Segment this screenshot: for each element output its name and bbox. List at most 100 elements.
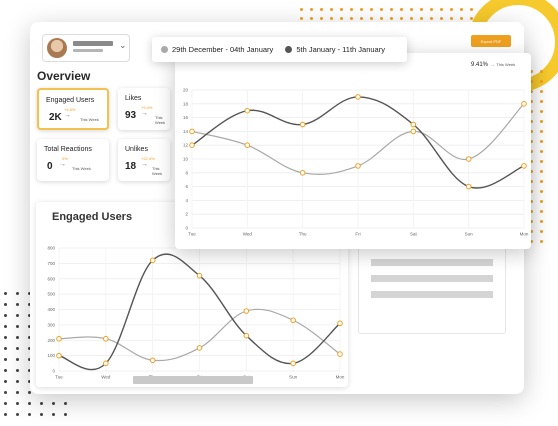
data-point	[290, 317, 296, 324]
decorative-dot	[540, 220, 543, 223]
decorative-dot	[16, 380, 19, 383]
decorative-dot	[540, 130, 543, 133]
user-name-placeholder	[73, 41, 113, 46]
stat-label: Engaged Users	[46, 97, 95, 104]
y-tick-label: 400	[47, 307, 55, 312]
data-point	[243, 308, 250, 314]
y-tick-label: 600	[47, 276, 55, 281]
avatar	[47, 38, 67, 58]
arrow-right-icon: →	[141, 161, 148, 168]
legend-label: 29th December - 04th January	[172, 45, 274, 54]
legend-marker-icon	[285, 46, 293, 53]
decorative-dot	[370, 8, 373, 11]
data-point	[465, 183, 472, 190]
stat-change: 0%	[62, 156, 68, 161]
decorative-dot	[460, 8, 463, 11]
decorative-dot	[320, 17, 323, 20]
user-select[interactable]: ⌄	[42, 34, 130, 62]
data-point	[299, 121, 306, 128]
decorative-dot	[540, 180, 543, 183]
decorative-dot	[64, 413, 67, 416]
decorative-dot	[470, 8, 473, 11]
decorative-dot	[360, 8, 363, 11]
decorative-dot	[4, 336, 7, 339]
arrow-right-icon: →	[141, 110, 148, 117]
decorative-dot	[380, 8, 383, 11]
decorative-dot	[4, 292, 7, 295]
y-tick-label: 8	[185, 170, 188, 175]
overlay-stat-value: 9.41%	[471, 62, 489, 68]
data-point	[56, 335, 62, 342]
side-panel	[358, 246, 506, 334]
stat-card-unlikes[interactable]: Unlikes 18 → +22,4% This Week	[118, 139, 170, 181]
decorative-dot	[540, 190, 543, 193]
x-tick-label: Wed	[101, 375, 111, 380]
y-tick-label: 10	[183, 157, 189, 162]
decorative-dot	[390, 8, 393, 11]
decorative-dot	[16, 303, 19, 306]
decorative-dot	[4, 413, 7, 416]
stat-period: This Week	[72, 166, 91, 171]
arrow-right-icon: →	[59, 161, 66, 168]
stat-change: +22,4%	[141, 156, 155, 161]
decorative-dot	[16, 336, 19, 339]
decorative-dot	[4, 391, 7, 394]
decorative-dot	[540, 100, 543, 103]
x-tick-label: Mon	[520, 232, 529, 237]
decorative-dot	[540, 200, 543, 203]
decorative-dot	[390, 17, 393, 20]
decorative-dot	[540, 160, 543, 163]
decorative-dot	[4, 380, 7, 383]
decorative-dot	[40, 413, 43, 416]
decorative-dot	[410, 17, 413, 20]
data-point	[196, 272, 203, 279]
y-tick-label: 12	[183, 143, 189, 148]
stat-card-total-reactions[interactable]: Total Reactions 0 → 0% This Week	[37, 139, 109, 181]
decorative-dot	[340, 17, 343, 20]
decorative-dot	[4, 369, 7, 372]
decorative-dot	[540, 240, 543, 243]
y-tick-label: 200	[47, 338, 55, 343]
data-point	[149, 357, 156, 364]
decorative-dot	[310, 17, 313, 20]
overlay-stat: 9.41% → This Week	[471, 62, 515, 68]
decorative-dot	[370, 17, 373, 20]
y-tick-label: 14	[183, 129, 189, 134]
decorative-dot	[310, 8, 313, 11]
data-point	[337, 320, 343, 327]
legend-item-previous-week[interactable]: 29th December - 04th January	[161, 45, 273, 54]
decorative-dot	[52, 402, 55, 405]
data-point	[196, 345, 203, 351]
decorative-dot	[4, 347, 7, 350]
horizontal-scrollbar[interactable]	[133, 376, 253, 384]
stat-card-likes[interactable]: Likes 93 → +9,4% This Week	[118, 88, 170, 130]
decorative-dot	[410, 8, 413, 11]
decorative-dot	[540, 210, 543, 213]
chevron-down-icon[interactable]: ⌄	[119, 40, 127, 51]
decorative-dot	[28, 402, 31, 405]
decorative-dot	[450, 8, 453, 11]
decorative-dot	[540, 230, 543, 233]
stat-card-engaged-users[interactable]: Engaged Users 2K → +4,5% This Week	[37, 88, 109, 130]
export-button[interactable]: Export PDF	[471, 35, 511, 47]
data-point	[355, 94, 361, 100]
legend-item-current-week[interactable]: 5th January - 11th January	[285, 45, 385, 54]
decorative-dot	[350, 17, 353, 20]
y-tick-label: 800	[47, 246, 55, 251]
stat-label: Unlikes	[125, 146, 148, 153]
decorative-dot	[4, 314, 7, 317]
decorative-dot	[16, 402, 19, 405]
stat-value: 2K	[49, 112, 62, 123]
x-tick-label: Thu	[299, 232, 307, 237]
comparison-chart-card: 9.41% → This Week 0 2 4 6 8 10 12 14 16 18 20 Tue We…	[175, 53, 531, 249]
data-point	[103, 360, 109, 367]
stat-label: Total Reactions	[44, 146, 92, 153]
stat-label: Likes	[125, 95, 142, 102]
y-tick-label: 500	[47, 292, 55, 297]
y-tick-label: 6	[185, 184, 188, 189]
decorative-dot	[4, 325, 7, 328]
data-point	[355, 163, 361, 169]
decorative-dot	[460, 17, 463, 20]
decorative-dot	[540, 110, 543, 113]
stat-value: 18	[125, 161, 137, 172]
